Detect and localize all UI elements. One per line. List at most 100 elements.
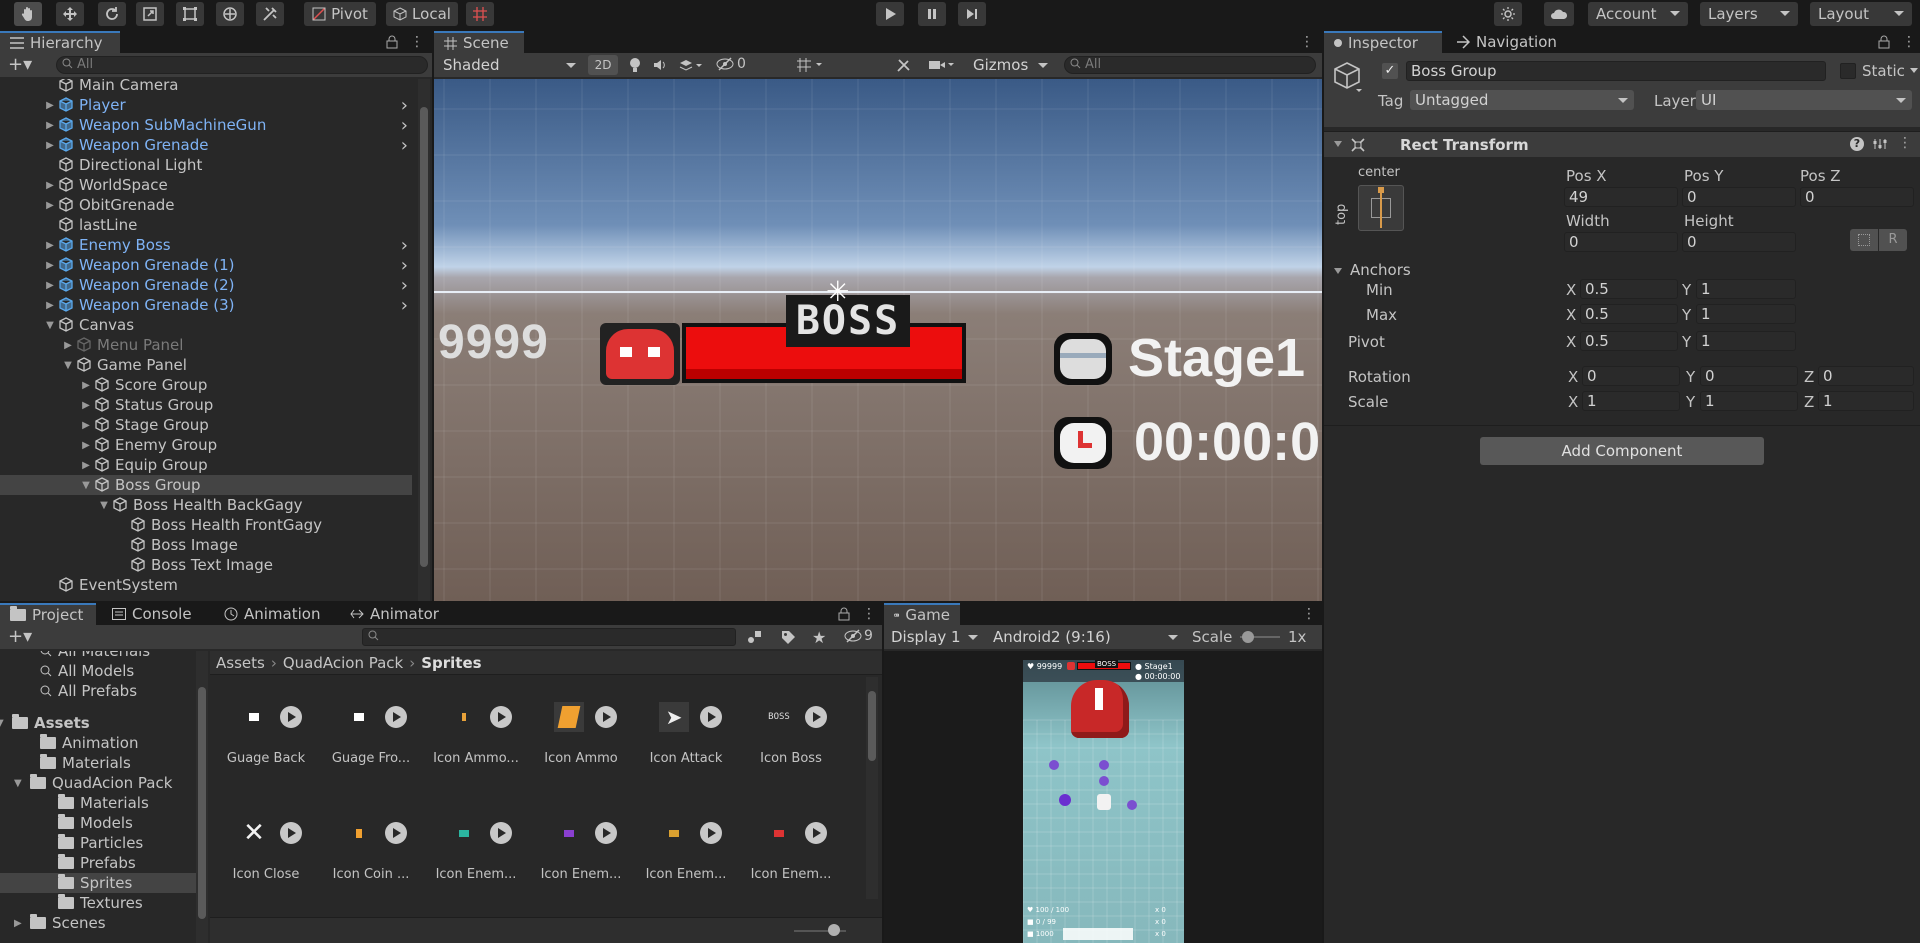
icon-size-slider-thumb[interactable]: [828, 924, 840, 936]
collapse-arrow-icon[interactable]: ▼: [0, 718, 6, 729]
anchor-presets-button[interactable]: [1358, 185, 1404, 231]
expand-sprite-icon[interactable]: [280, 706, 302, 728]
project-folder-item[interactable]: Sprites: [0, 873, 196, 893]
tab-project[interactable]: Project: [0, 603, 96, 625]
hierarchy-item[interactable]: ▼ Game Panel: [0, 355, 412, 375]
audio-icon[interactable]: [652, 57, 668, 73]
expand-sprite-icon[interactable]: [490, 706, 512, 728]
scale-z-field[interactable]: 1: [1818, 391, 1914, 411]
project-folder-item[interactable]: ▼ Assets: [0, 713, 196, 733]
hierarchy-item[interactable]: ▶ Enemy Boss ›: [0, 235, 412, 256]
open-prefab-chevron-icon[interactable]: ›: [401, 235, 408, 256]
expand-arrow-icon[interactable]: ▶: [80, 440, 92, 451]
transform-tool-icon[interactable]: [216, 2, 244, 26]
blueprint-mode-button[interactable]: [1850, 229, 1878, 251]
expand-arrow-icon[interactable]: ▶: [44, 240, 56, 251]
rect-tool-icon[interactable]: [176, 2, 204, 26]
layers-dropdown[interactable]: Layers: [1700, 2, 1798, 26]
shading-dropdown[interactable]: Shaded: [438, 55, 582, 75]
expand-arrow-icon[interactable]: ▶: [44, 200, 56, 211]
folder-tree-scrollbar[interactable]: [196, 651, 208, 943]
asset-tile[interactable]: Icon Enem...: [426, 803, 526, 901]
project-folder-item[interactable]: Prefabs: [0, 853, 196, 873]
asset-tile[interactable]: ✕ Icon Close: [216, 803, 316, 901]
project-folder-item[interactable]: All Prefabs: [0, 681, 196, 701]
more-menu-icon[interactable]: ⋮: [1898, 135, 1912, 151]
foldout-icon[interactable]: [1334, 141, 1342, 147]
hierarchy-item[interactable]: Boss Text Image: [0, 555, 412, 575]
collapse-arrow-icon[interactable]: ▼: [44, 320, 56, 331]
scale-y-field[interactable]: 1: [1700, 391, 1798, 411]
rotation-z-field[interactable]: 0: [1818, 366, 1914, 386]
collapse-arrow-icon[interactable]: ▼: [80, 480, 92, 491]
project-folder-item[interactable]: Animation: [0, 733, 196, 753]
anchor-max-x-field[interactable]: 0.5: [1580, 304, 1678, 324]
toggle-2d-button[interactable]: 2D: [588, 55, 618, 75]
anchor-max-y-field[interactable]: 1: [1696, 304, 1796, 324]
custom-tool-icon[interactable]: [256, 2, 284, 26]
favorite-star-icon[interactable]: ★: [812, 628, 826, 647]
expand-sprite-icon[interactable]: [805, 822, 827, 844]
project-folder-item[interactable]: ▼ QuadAcion Pack: [0, 773, 196, 793]
expand-arrow-icon[interactable]: ▶: [44, 140, 56, 151]
hierarchy-item[interactable]: ▶ Player ›: [0, 95, 412, 116]
expand-sprite-icon[interactable]: [280, 822, 302, 844]
asset-tile[interactable]: Icon Enem...: [741, 803, 841, 901]
anchor-min-y-field[interactable]: 1: [1696, 279, 1796, 299]
asset-tile[interactable]: Guage Fro...: [321, 687, 421, 785]
pivot-x-field[interactable]: 0.5: [1580, 331, 1678, 351]
hierarchy-item[interactable]: ▶ WorldSpace: [0, 175, 412, 195]
tab-animation[interactable]: Animation: [214, 603, 332, 625]
scale-slider-thumb[interactable]: [1242, 631, 1254, 643]
sun-icon[interactable]: [1494, 2, 1522, 26]
pause-button[interactable]: [918, 2, 946, 26]
add-icon[interactable]: +▾: [8, 626, 32, 647]
hierarchy-item[interactable]: ▶ Weapon Grenade (3) ›: [0, 295, 412, 316]
step-button[interactable]: [958, 2, 986, 26]
more-menu-icon[interactable]: ⋮: [1300, 34, 1314, 50]
expand-arrow-icon[interactable]: ▶: [44, 280, 56, 291]
expand-arrow-icon[interactable]: ▶: [80, 400, 92, 411]
scrollbar-thumb[interactable]: [868, 691, 876, 761]
gizmos-dropdown[interactable]: Gizmos: [968, 55, 1054, 75]
lock-icon[interactable]: [386, 35, 398, 49]
more-menu-icon[interactable]: ⋮: [862, 606, 876, 622]
hierarchy-item[interactable]: ▶ Score Group: [0, 375, 412, 395]
asset-tile[interactable]: BOSS Icon Boss: [741, 687, 841, 785]
tab-hierarchy[interactable]: Hierarchy: [0, 31, 120, 53]
hierarchy-item[interactable]: ▼ Boss Group: [0, 475, 412, 495]
open-prefab-chevron-icon[interactable]: ›: [401, 95, 408, 116]
add-icon[interactable]: +▾: [8, 54, 32, 75]
filter-by-label-icon[interactable]: [780, 629, 796, 645]
expand-arrow-icon[interactable]: ▶: [44, 120, 56, 131]
project-folder-item[interactable]: ▶ Scenes: [0, 913, 196, 933]
local-toggle[interactable]: Local: [386, 2, 458, 26]
game-viewport[interactable]: ♥ 99999 BOSS ● Stage1 ● 00:00:00 ♥ 100 /…: [884, 651, 1322, 943]
height-field[interactable]: 0: [1682, 232, 1796, 252]
camera-icon[interactable]: [928, 57, 958, 73]
more-menu-icon[interactable]: ⋮: [1902, 34, 1916, 50]
hierarchy-scrollbar[interactable]: [418, 79, 430, 601]
grid-toggle-icon[interactable]: [796, 57, 826, 73]
hierarchy-item[interactable]: ▶ Weapon Grenade (2) ›: [0, 275, 412, 296]
project-folder-item[interactable]: Materials: [0, 793, 196, 813]
tab-scene[interactable]: Scene: [434, 31, 524, 53]
lighting-icon[interactable]: [628, 57, 642, 73]
project-folder-item[interactable]: All Models: [0, 661, 196, 681]
more-menu-icon[interactable]: ⋮: [410, 34, 424, 50]
hierarchy-item[interactable]: Main Camera: [0, 79, 412, 95]
expand-arrow-icon[interactable]: ▶: [80, 380, 92, 391]
breadcrumb-assets[interactable]: Assets: [216, 654, 265, 672]
scene-search-input[interactable]: All: [1064, 56, 1316, 74]
expand-arrow-icon[interactable]: ▶: [80, 420, 92, 431]
project-folder-item[interactable]: All Materials: [0, 651, 196, 661]
tag-dropdown[interactable]: Untagged: [1410, 90, 1634, 110]
tab-console[interactable]: Console: [102, 603, 202, 625]
rotation-x-field[interactable]: 0: [1582, 366, 1680, 386]
pivot-y-field[interactable]: 1: [1696, 331, 1796, 351]
filter-by-type-icon[interactable]: [746, 629, 762, 645]
expand-arrow-icon[interactable]: ▶: [80, 460, 92, 471]
help-icon[interactable]: ?: [1850, 137, 1864, 151]
tab-inspector[interactable]: Inspector: [1324, 31, 1442, 53]
expand-sprite-icon[interactable]: [385, 706, 407, 728]
